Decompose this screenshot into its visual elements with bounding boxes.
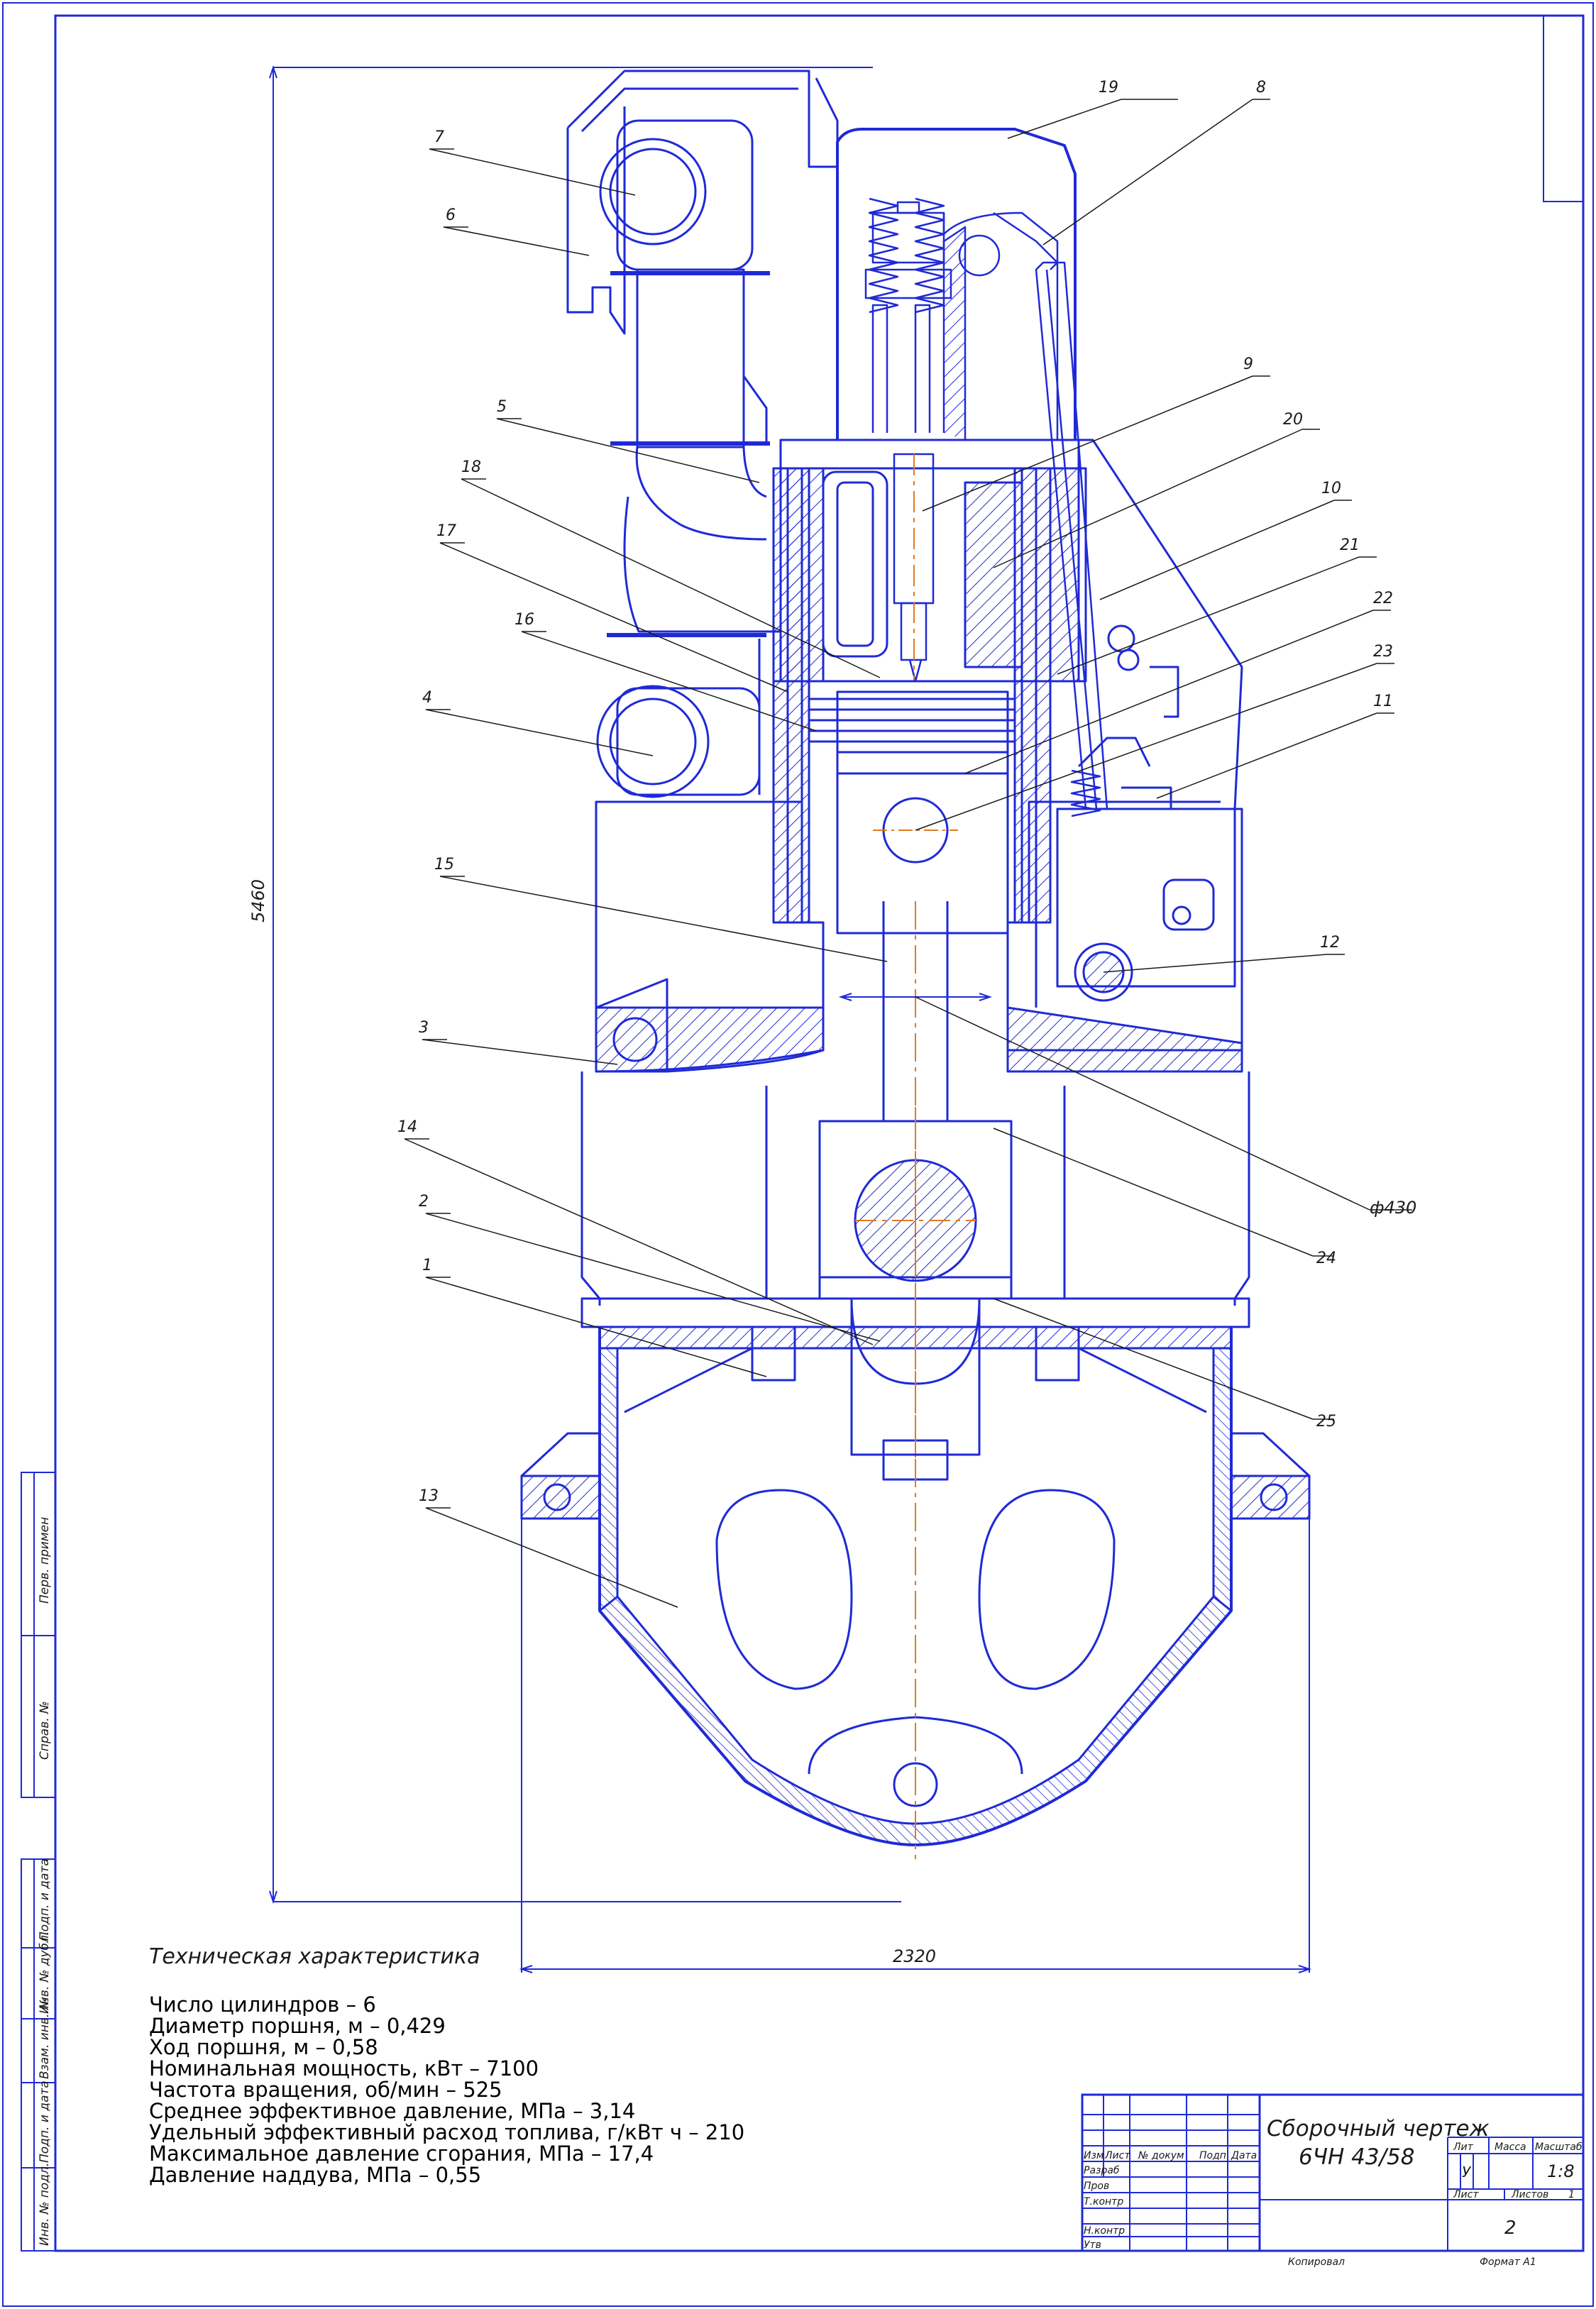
callout-17: 17 <box>436 522 456 540</box>
callout-9: 9 <box>1243 356 1253 373</box>
tb-sheets-label: Листов <box>1511 2189 1548 2200</box>
callout-7: 7 <box>434 128 444 146</box>
tb-col-podp: Подп <box>1199 2150 1226 2161</box>
callout-10: 10 <box>1321 480 1341 497</box>
tb-copied: Копировал <box>1288 2256 1345 2268</box>
callout-6: 6 <box>446 206 456 224</box>
callout-22: 22 <box>1373 590 1393 607</box>
spec-line: Диаметр поршня, м – 0,429 <box>149 2014 446 2038</box>
tb-mass-label: Масса <box>1495 2142 1526 2153</box>
callout-2: 2 <box>419 1193 429 1211</box>
stamp-vzam-inv: Взам. инв. № <box>38 1997 52 2079</box>
tb-row-razrab: Разраб <box>1084 2165 1120 2176</box>
spec-line: Максимальное давление сгорания, МПа – 17… <box>149 2142 654 2166</box>
callout-3: 3 <box>419 1019 429 1037</box>
tb-col-izm: Изм <box>1084 2150 1104 2161</box>
callout-21: 21 <box>1340 536 1360 554</box>
callout-leaders <box>404 99 1412 1608</box>
spec-line: Номинальная мощность, кВт – 7100 <box>149 2056 539 2081</box>
callout-11: 11 <box>1373 693 1393 710</box>
callout-20: 20 <box>1283 411 1303 429</box>
tb-format: Формат А1 <box>1480 2256 1536 2268</box>
callout-18: 18 <box>461 458 481 476</box>
tb-scale-label: Масштаб <box>1535 2142 1583 2153</box>
stamp-sprav-no: Справ. № <box>38 1701 52 1760</box>
tb-scale-value: 1:8 <box>1547 2161 1575 2181</box>
drawing-title-line2: 6ЧН 43/58 <box>1299 2144 1414 2170</box>
dimension-bore: ф430 <box>1370 1198 1416 1218</box>
spec-line: Частота вращения, об/мин – 525 <box>149 2078 502 2102</box>
tb-sheet-label: Лист <box>1453 2189 1479 2200</box>
callout-5: 5 <box>497 398 507 416</box>
tb-row-prov: Пров <box>1084 2181 1109 2192</box>
tb-lit-value: У <box>1462 2164 1472 2181</box>
spec-line: Давление наддува, МПа – 0,55 <box>149 2163 482 2187</box>
drawing-title-line1: Сборочный чертеж <box>1267 2116 1490 2142</box>
tb-lit-label: Лит <box>1453 2142 1474 2153</box>
stamp-podp-data-1: Подп. и дата <box>38 1858 52 1941</box>
callout-13: 13 <box>419 1487 439 1505</box>
spec-line: Среднее эффективное давление, МПа – 3,14 <box>149 2099 636 2123</box>
callout-14: 14 <box>397 1118 417 1136</box>
callout-15: 15 <box>434 856 454 874</box>
spec-line: Число цилиндров – 6 <box>149 1993 376 2017</box>
callout-19: 19 <box>1099 79 1118 97</box>
callout-24: 24 <box>1316 1250 1336 1267</box>
tb-col-doc: № докум <box>1138 2150 1184 2161</box>
tb-col-data: Дата <box>1231 2150 1257 2161</box>
valve-train <box>864 197 1059 440</box>
stamp-podp-data-2: Подп. и дата <box>38 2081 52 2163</box>
callout-23: 23 <box>1373 643 1393 661</box>
spec-line: Удельный эффективный расход топлива, г/к… <box>149 2120 745 2144</box>
callout-16: 16 <box>514 611 534 629</box>
piston <box>836 690 1009 935</box>
spec-line: Ход поршня, м – 0,58 <box>149 2035 378 2059</box>
callout-12: 12 <box>1320 934 1340 952</box>
callout-4: 4 <box>422 689 432 707</box>
stamp-inv-podl: Инв. № подл. <box>38 2163 52 2246</box>
tb-row-utv: Утв <box>1084 2239 1101 2251</box>
tb-row-tkontr: Т.контр <box>1084 2196 1123 2208</box>
fuel-injector <box>893 453 935 683</box>
dimension-height: 5460 <box>248 879 268 922</box>
callout-25: 25 <box>1316 1413 1336 1431</box>
tb-col-list: Лист <box>1104 2150 1130 2161</box>
right-outer-wall <box>1075 439 1243 810</box>
callout-1: 1 <box>422 1257 432 1274</box>
dimension-width: 2320 <box>893 1946 936 1966</box>
tb-sheet-number: 2 <box>1504 2217 1517 2239</box>
stamp-perv-primen: Перв. примен <box>38 1517 52 1604</box>
tb-row-nkontr: Н.контр <box>1084 2225 1125 2237</box>
spec-list: Число цилиндров – 6 Диаметр поршня, м – … <box>149 1994 744 2186</box>
spec-heading: Техническая характеристика <box>149 1944 480 1969</box>
tb-sheets-value: 1 <box>1568 2189 1575 2200</box>
callout-8: 8 <box>1256 79 1266 97</box>
